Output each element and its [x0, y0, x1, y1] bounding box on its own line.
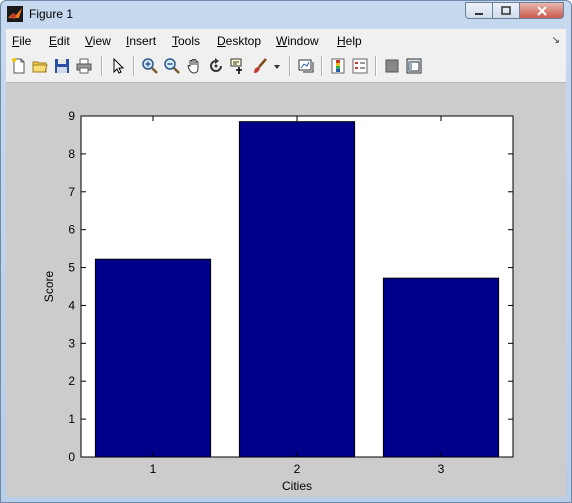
title-bar[interactable]: Figure 1 [1, 1, 571, 29]
bar-1[interactable] [94, 258, 212, 458]
toolbar-separator [101, 56, 103, 76]
bar-2[interactable] [238, 121, 356, 458]
toolbar-separator [289, 56, 291, 76]
x-axis-label: Cities [282, 479, 312, 493]
toolbar-separator [133, 56, 135, 76]
y-tick-label: 4 [68, 298, 75, 312]
colorbar-icon[interactable] [329, 57, 347, 75]
plot-area: 0 1 2 3 4 5 6 7 8 9 1 2 3 Cities Score [6, 83, 566, 497]
menu-bar: ↘ File Edit View Insert Tools Desktop Window He… [6, 29, 566, 52]
new-figure-icon[interactable] [10, 57, 28, 75]
bar-3[interactable] [382, 277, 500, 458]
figure-window: Figure 1 ↘ File Edit View Insert Tools Deskto… [0, 0, 572, 503]
pan-hand-icon[interactable] [185, 57, 203, 75]
open-file-icon[interactable] [31, 57, 49, 75]
hide-plot-tools-icon[interactable] [383, 57, 401, 75]
minimize-button[interactable] [465, 2, 493, 19]
y-axis-label: Score [42, 271, 56, 303]
x-tick-label: 2 [294, 462, 301, 476]
menu-window[interactable]: Window [276, 34, 319, 48]
select-arrow-icon[interactable] [109, 57, 127, 75]
save-icon[interactable] [53, 57, 71, 75]
menu-view[interactable]: View [85, 34, 111, 48]
toolbar-separator [375, 56, 377, 76]
menu-file[interactable]: File [12, 34, 31, 48]
bar-chart[interactable]: 0 1 2 3 4 5 6 7 8 9 1 2 3 Cities Score [6, 83, 566, 497]
figure-client: ↘ File Edit View Insert Tools Desktop Window He… [6, 29, 566, 497]
zoom-out-icon[interactable] [163, 57, 181, 75]
maximize-icon [501, 5, 511, 15]
y-tick-label: 3 [68, 336, 75, 350]
menu-tools[interactable]: Tools [172, 34, 200, 48]
close-icon [536, 5, 547, 16]
menu-help[interactable]: Help [337, 34, 362, 48]
window-title: Figure 1 [29, 7, 74, 21]
y-tick-label: 1 [68, 412, 75, 426]
data-cursor-icon[interactable] [229, 57, 247, 75]
brush-dropdown-icon[interactable] [272, 57, 282, 75]
zoom-in-icon[interactable] [141, 57, 159, 75]
rotate-3d-icon[interactable] [207, 57, 225, 75]
minimize-icon [475, 12, 483, 15]
show-plot-tools-icon[interactable] [405, 57, 423, 75]
figure-toolbar [6, 52, 566, 83]
menu-edit[interactable]: Edit [49, 34, 70, 48]
toolbar-separator [321, 56, 323, 76]
menu-insert[interactable]: Insert [126, 34, 156, 48]
y-tick-label: 9 [68, 109, 75, 123]
link-plot-icon[interactable] [297, 57, 315, 75]
maximize-button[interactable] [492, 2, 520, 19]
close-button[interactable] [519, 2, 564, 19]
x-tick-label: 1 [150, 462, 157, 476]
menubar-dock-arrow-icon[interactable]: ↘ [552, 35, 560, 46]
y-tick-label: 0 [68, 450, 75, 464]
y-tick-label: 5 [68, 261, 75, 275]
legend-icon[interactable] [351, 57, 369, 75]
print-icon[interactable] [75, 57, 93, 75]
y-tick-label: 7 [68, 185, 75, 199]
y-tick-label: 2 [68, 374, 75, 388]
brush-icon[interactable] [251, 57, 269, 75]
y-tick-label: 8 [68, 147, 75, 161]
y-tick-label: 6 [68, 223, 75, 237]
x-tick-label: 3 [438, 462, 445, 476]
matlab-icon [7, 6, 23, 22]
menu-desktop[interactable]: Desktop [217, 34, 261, 48]
